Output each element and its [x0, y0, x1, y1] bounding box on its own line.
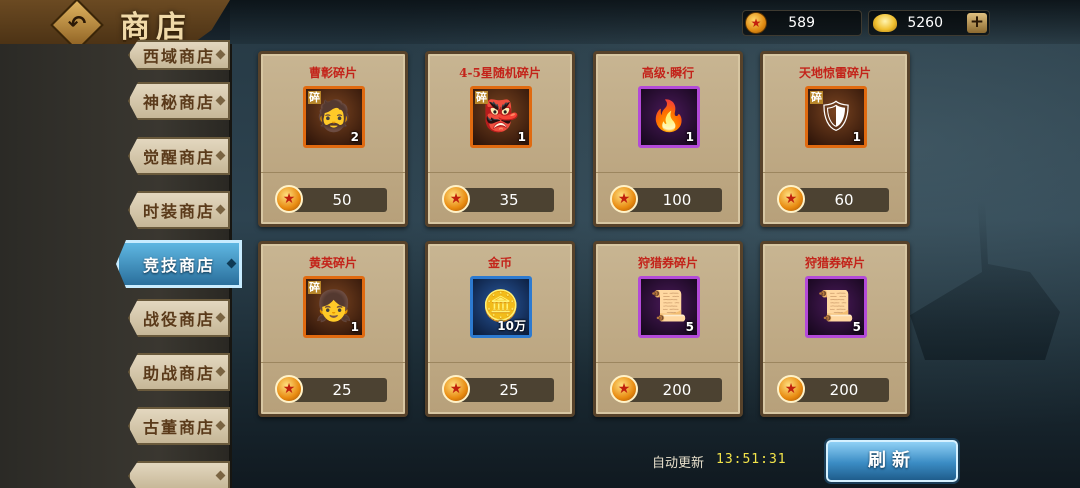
- scroll-icon: 📜: [650, 289, 688, 324]
- item-name: 曹彰碎片: [308, 66, 357, 80]
- shop-item-card[interactable]: 4-5星随机碎片 👺 碎 1 35: [425, 51, 575, 227]
- coin-icon: [610, 375, 638, 403]
- item-name: 狩猎券碎片: [804, 256, 865, 270]
- item-quantity: 5: [852, 320, 861, 334]
- item-quantity: 2: [350, 130, 359, 144]
- item-icon: 👧 碎 1: [303, 276, 365, 338]
- item-icon: 🧔 碎 2: [303, 86, 365, 148]
- tab-awaken-shop[interactable]: 觉醒商店: [128, 137, 230, 175]
- item-name: 金币: [487, 256, 512, 270]
- item-name: 高级·瞬行: [641, 66, 695, 80]
- item-name: 4-5星随机碎片: [459, 66, 541, 80]
- mask-icon: 👺: [482, 99, 520, 134]
- item-quantity: 1: [517, 130, 526, 144]
- item-quantity: 5: [685, 320, 694, 334]
- item-icon: 📜 5: [805, 276, 867, 338]
- armor-icon: 🛡: [816, 99, 856, 134]
- item-quantity: 1: [685, 130, 694, 144]
- tab-support-shop[interactable]: 助战商店: [128, 353, 230, 391]
- coin-icon: [777, 375, 805, 403]
- shard-badge: 碎: [810, 91, 823, 104]
- card-divider: [596, 362, 740, 363]
- tab-mystery-shop[interactable]: 神秘商店: [128, 82, 230, 120]
- coin-icon: [442, 185, 470, 213]
- coin-counter: 589: [742, 10, 862, 36]
- coin-icon: [275, 375, 303, 403]
- shop-item-card[interactable]: 狩猎券碎片 📜 5 200: [760, 241, 910, 417]
- tab-xiyu-shop[interactable]: 西域商店: [128, 40, 230, 70]
- card-divider: [261, 172, 405, 173]
- tab-campaign-shop[interactable]: 战役商店: [128, 299, 230, 337]
- tab-more-shop[interactable]: [128, 461, 230, 488]
- refresh-countdown: 13:51:31: [716, 452, 787, 467]
- item-name: 狩猎券碎片: [637, 256, 698, 270]
- item-name: 天地惊雷碎片: [798, 66, 871, 80]
- shop-item-card[interactable]: 金币 🪙 10万 25: [425, 241, 575, 417]
- shop-item-card[interactable]: 高级·瞬行 🔥 1 100: [593, 51, 743, 227]
- card-divider: [428, 172, 572, 173]
- auto-refresh-label: 自动更新: [652, 456, 705, 471]
- flame-skill-icon: 🔥: [650, 99, 688, 134]
- shop-item-card[interactable]: 曹彰碎片 🧔 碎 2 50: [258, 51, 408, 227]
- item-icon: 🔥 1: [638, 86, 700, 148]
- tab-fashion-shop[interactable]: 时装商店: [128, 191, 230, 229]
- item-icon: 🪙 10万: [470, 276, 532, 338]
- ingot-counter: 5260 +: [868, 10, 990, 36]
- shop-item-card[interactable]: 天地惊雷碎片 🛡 碎 1 60: [760, 51, 910, 227]
- shop-item-card[interactable]: 狩猎券碎片 📜 5 200: [593, 241, 743, 417]
- card-divider: [428, 362, 572, 363]
- card-divider: [596, 172, 740, 173]
- item-quantity: 1: [350, 320, 359, 334]
- coin-icon: [610, 185, 638, 213]
- coin-icon: [442, 375, 470, 403]
- scroll-icon: 📜: [817, 289, 855, 324]
- refresh-button[interactable]: 刷新: [826, 440, 958, 482]
- item-icon: 👺 碎 1: [470, 86, 532, 148]
- card-divider: [261, 362, 405, 363]
- back-arrow-icon: ↶: [67, 12, 87, 37]
- shard-badge: 碎: [308, 281, 321, 294]
- tab-antique-shop[interactable]: 古董商店: [128, 407, 230, 445]
- item-icon: 🛡 碎 1: [805, 86, 867, 148]
- shard-badge: 碎: [308, 91, 321, 104]
- card-divider: [763, 362, 907, 363]
- hero-portrait-icon: 🧔: [315, 99, 353, 134]
- tab-arena-shop[interactable]: 竞技商店: [116, 240, 242, 288]
- shard-badge: 碎: [475, 91, 488, 104]
- coin-icon: [777, 185, 805, 213]
- add-ingot-button[interactable]: +: [967, 13, 987, 33]
- coin-amount: 589: [788, 15, 815, 31]
- hero-portrait-icon: 👧: [315, 289, 353, 324]
- shop-item-card[interactable]: 黄英碎片 👧 碎 1 25: [258, 241, 408, 417]
- item-name: 黄英碎片: [308, 256, 357, 270]
- coin-icon: [275, 185, 303, 213]
- page-title: 商店: [120, 10, 192, 45]
- item-quantity: 10万: [497, 319, 526, 333]
- item-quantity: 1: [852, 130, 861, 144]
- card-divider: [763, 172, 907, 173]
- item-icon: 📜 5: [638, 276, 700, 338]
